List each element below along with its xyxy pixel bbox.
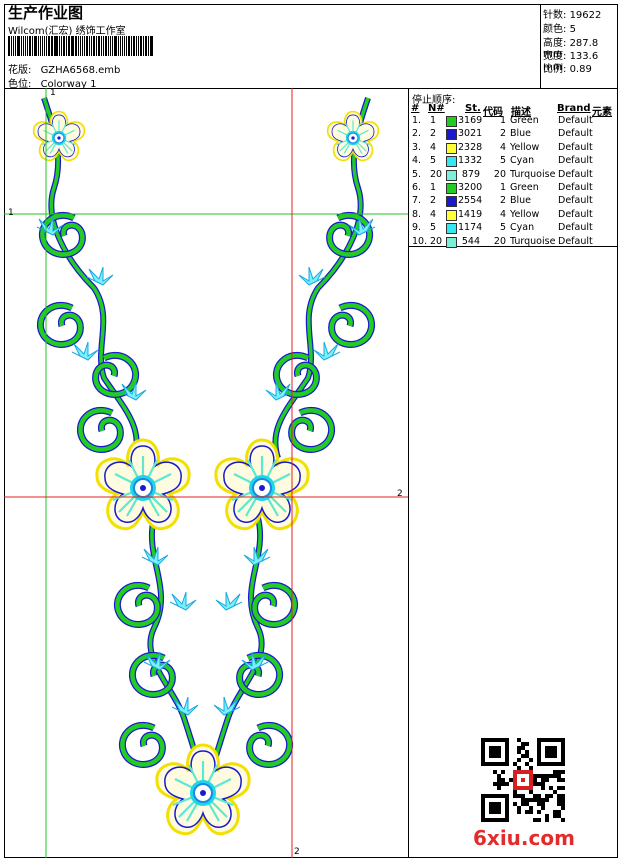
col-header-element: 元素 <box>592 107 612 118</box>
row-stitches: 3200 <box>458 182 483 193</box>
row-code: 5 <box>499 155 506 167</box>
row-needle: 5 <box>430 222 437 234</box>
row-stitches: 3021 <box>458 128 483 140</box>
col-header-index: # <box>411 103 420 114</box>
row-index: 4. <box>412 155 422 167</box>
row-index: 6. <box>412 182 422 193</box>
row-index: 9. <box>412 222 422 234</box>
row-needle: 20 <box>430 235 443 247</box>
guide-marker-v2: 2 <box>294 847 300 857</box>
row-brand: Default <box>558 115 593 126</box>
guide-marker-h1: 1 <box>8 208 14 218</box>
row-index: 2. <box>412 128 422 140</box>
row-index: 10. <box>412 235 428 247</box>
color-swatch <box>446 209 457 221</box>
color-swatch <box>446 142 457 154</box>
qr-code <box>481 738 565 822</box>
row-brand: Default <box>558 168 593 180</box>
row-description: Yellow <box>510 208 540 220</box>
row-stitches: 3169 <box>458 115 483 126</box>
row-description: Cyan <box>510 155 535 167</box>
row-code: 1 <box>499 115 506 126</box>
row-description: Green <box>510 115 539 126</box>
row-code: 20 <box>493 235 506 247</box>
design-name-line: 花版: GZHA6568.emb <box>8 61 120 76</box>
row-brand: Default <box>558 128 593 140</box>
color-swatch <box>446 183 457 194</box>
row-index: 3. <box>412 141 422 153</box>
color-swatch <box>446 116 457 127</box>
row-description: Turquoise <box>510 235 556 247</box>
row-stitches: 544 <box>461 235 480 247</box>
row-stitches: 879 <box>461 168 480 180</box>
software-name: Wilcom(汇宏) 绣饰工作室 <box>8 26 126 37</box>
row-brand: Default <box>558 235 593 247</box>
row-code: 2 <box>499 195 506 207</box>
guide-marker-h2: 2 <box>397 489 403 499</box>
row-index: 7. <box>412 195 422 207</box>
row-index: 5. <box>412 168 422 180</box>
stats-divider <box>540 4 541 88</box>
row-needle: 2 <box>430 195 437 207</box>
row-needle: 4 <box>430 208 437 220</box>
row-needle: 1 <box>430 115 437 126</box>
row-stitches: 2328 <box>458 141 483 153</box>
color-swatch <box>446 223 457 235</box>
row-needle: 1 <box>430 182 437 193</box>
color-swatch <box>446 129 457 141</box>
row-brand: Default <box>558 208 593 220</box>
color-swatch <box>446 196 457 208</box>
color-swatch <box>446 156 457 168</box>
row-stitches: 1332 <box>458 155 483 167</box>
scale-value: 比例: 0.89 <box>543 64 592 75</box>
row-description: Turquoise <box>510 168 556 180</box>
row-description: Blue <box>510 128 532 140</box>
row-brand: Default <box>558 182 593 193</box>
row-needle: 4 <box>430 141 437 153</box>
row-needle: 2 <box>430 128 437 140</box>
row-index: 8. <box>412 208 422 220</box>
guide-marker-v1: 1 <box>50 88 56 98</box>
stitch-count: 针数: 19622 <box>543 10 602 21</box>
col-header-stitches: St. <box>465 103 481 114</box>
row-code: 4 <box>499 141 506 153</box>
page-title: 生产作业图 <box>8 4 84 22</box>
color-swatch <box>446 169 457 181</box>
panel-divider <box>408 88 409 858</box>
color-count: 颜色: 5 <box>543 24 576 35</box>
row-stitches: 1174 <box>458 222 483 234</box>
barcode <box>8 36 154 56</box>
col-header-needle: N# <box>428 103 445 114</box>
row-brand: Default <box>558 141 593 153</box>
row-code: 2 <box>499 128 506 140</box>
row-description: Green <box>510 182 539 193</box>
watermark-logo: 6xiu.com <box>473 826 575 850</box>
col-header-brand: Brand <box>557 103 591 114</box>
row-description: Blue <box>510 195 532 207</box>
row-brand: Default <box>558 155 593 167</box>
row-code: 1 <box>499 182 506 193</box>
row-brand: Default <box>558 195 593 207</box>
row-needle: 5 <box>430 155 437 167</box>
row-brand: Default <box>558 222 593 234</box>
row-description: Cyan <box>510 222 535 234</box>
row-index: 1. <box>412 115 422 126</box>
row-code: 4 <box>499 208 506 220</box>
row-description: Yellow <box>510 141 540 153</box>
color-swatch <box>446 236 457 248</box>
row-stitches: 2554 <box>458 195 483 207</box>
row-code: 20 <box>493 168 506 180</box>
row-code: 5 <box>499 222 506 234</box>
embroidery-design <box>4 88 408 858</box>
row-stitches: 1419 <box>458 208 483 220</box>
row-needle: 20 <box>430 168 443 180</box>
